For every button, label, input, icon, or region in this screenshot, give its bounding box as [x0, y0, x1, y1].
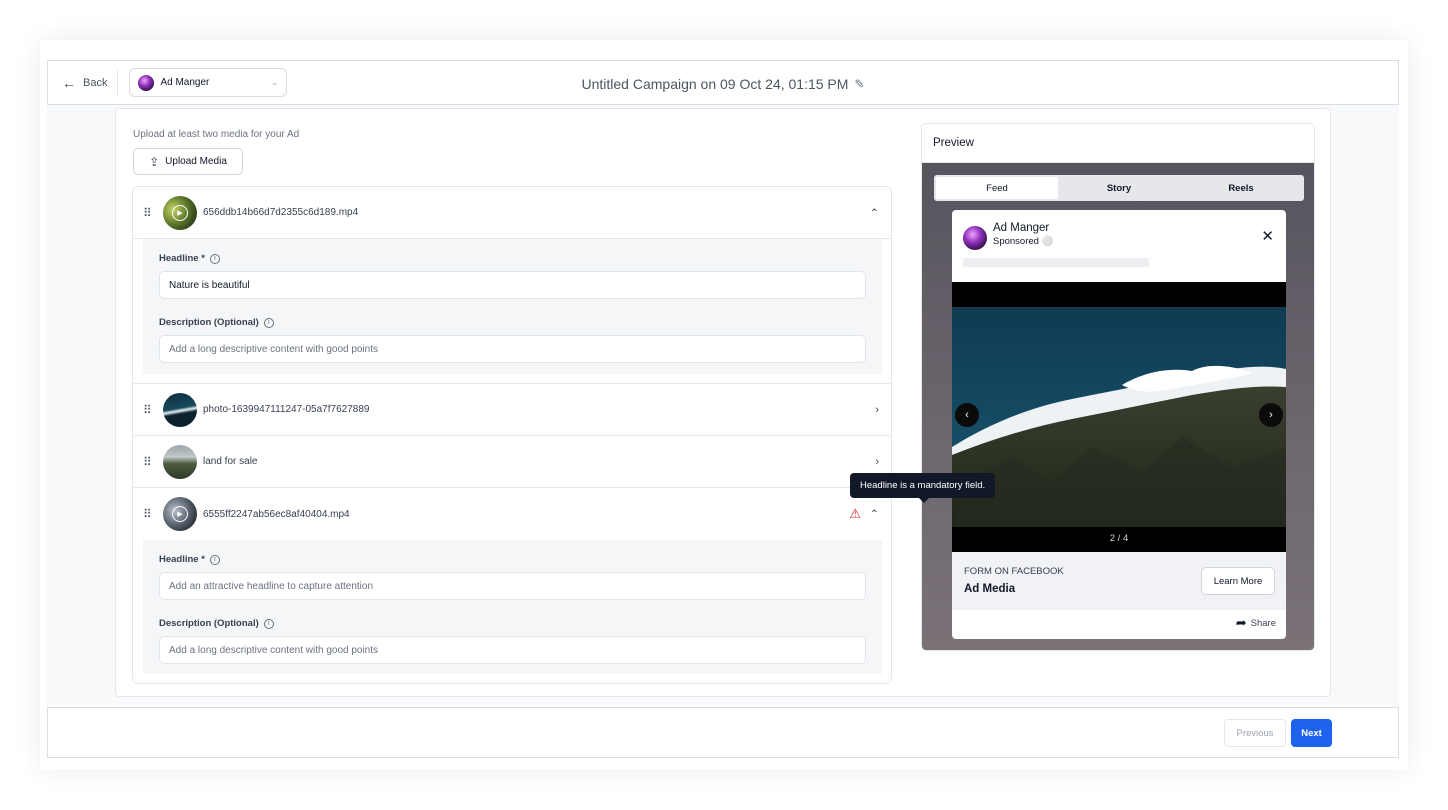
chevron-down-icon: ⌄	[270, 77, 279, 87]
ad-cta-area: FORM ON FACEBOOK Ad Media Learn More	[952, 552, 1286, 610]
edit-pencil-icon[interactable]: ✎	[854, 77, 864, 91]
main-card: Upload at least two media for your Ad ⇪ …	[115, 108, 1331, 697]
form-label: FORM ON FACEBOOK	[964, 566, 1064, 577]
sponsored-text: Sponsored	[993, 236, 1039, 247]
tab-story[interactable]: Story	[1058, 177, 1180, 199]
next-button[interactable]: Next	[1291, 719, 1332, 747]
share-button[interactable]: ➦ Share	[1236, 615, 1276, 631]
media-thumbnail	[163, 392, 197, 427]
media-thumbnail	[163, 444, 197, 479]
headline-label-text: Headline *	[159, 253, 205, 264]
share-label: Share	[1250, 617, 1276, 629]
media-filename: 6555ff2247ab56ec8af40404.mp4	[203, 508, 350, 520]
media-filename: land for sale	[203, 456, 258, 467]
footer-bar: Previous Next	[47, 707, 1399, 758]
mountain-landscape-image	[952, 307, 1286, 527]
drag-handle-icon[interactable]: ⠿	[143, 404, 155, 416]
media-thumbnail: ▶	[163, 195, 197, 230]
back-button[interactable]: ← Back	[48, 61, 117, 104]
upload-media-label: Upload Media	[165, 156, 227, 167]
preview-stage: Feed Story Reels Ad Manger Sponsored ⚪ ✕…	[922, 163, 1314, 650]
account-name: Ad Manger	[160, 77, 210, 88]
ad-avatar	[963, 226, 987, 250]
play-icon: ▶	[163, 196, 197, 230]
media-item-header[interactable]: ⠿ land for sale ›	[133, 436, 891, 488]
item-spacer	[133, 374, 891, 384]
chevron-right-icon[interactable]: ›	[875, 404, 879, 416]
description-label-text: Description (Optional)	[159, 618, 259, 629]
account-select[interactable]: Ad Manger ⌄	[129, 68, 288, 97]
cloud-upload-icon: ⇪	[149, 154, 160, 169]
upload-hint: Upload at least two media for your Ad	[133, 129, 300, 140]
tab-reels[interactable]: Reels	[1180, 177, 1302, 199]
chevron-up-icon[interactable]: ⌃	[870, 508, 879, 521]
play-icon: ▶	[163, 497, 197, 531]
headline-label-text: Headline *	[159, 554, 205, 565]
description-input[interactable]: Add a long descriptive content with good…	[159, 636, 866, 664]
preview-panel: Preview Feed Story Reels Ad Manger Spons…	[921, 123, 1315, 651]
ad-header: Ad Manger Sponsored ⚪	[963, 222, 1053, 250]
ad-text-placeholder	[963, 258, 1149, 267]
info-icon[interactable]: i	[209, 554, 220, 565]
media-item-header[interactable]: ⠿ ▶ 6555ff2247ab56ec8af40404.mp4 ⚠ ⌃	[133, 488, 891, 540]
previous-button[interactable]: Previous	[1224, 719, 1286, 747]
ad-account-name: Ad Manger	[993, 222, 1050, 234]
preview-title: Preview	[922, 124, 1314, 163]
app-inner: ← Back Ad Manger ⌄ Untitled Campaign on …	[47, 60, 1399, 758]
description-label: Description (Optional) i	[159, 317, 866, 328]
headline-label: Headline * i	[159, 253, 866, 264]
campaign-title-text: Untitled Campaign on 09 Oct 24, 01:15 PM	[581, 75, 849, 92]
carousel-next-button[interactable]: ›	[1259, 403, 1283, 427]
app-frame: ← Back Ad Manger ⌄ Untitled Campaign on …	[40, 40, 1408, 770]
headline-input[interactable]: Add an attractive headline to capture at…	[159, 572, 866, 600]
warning-triangle-icon[interactable]: ⚠	[849, 506, 861, 522]
preview-tabs: Feed Story Reels	[934, 175, 1304, 201]
validation-tooltip: Headline is a mandatory field.	[850, 473, 996, 503]
carousel-counter: 2 / 4	[1109, 533, 1129, 544]
globe-icon: ⚪	[1041, 236, 1054, 247]
info-icon[interactable]: i	[263, 317, 274, 328]
upload-media-button[interactable]: ⇪ Upload Media	[133, 148, 243, 175]
headline-label: Headline * i	[159, 554, 866, 565]
back-label: Back	[83, 76, 108, 89]
ad-photo	[952, 307, 1286, 527]
media-filename: 656ddb14b66d7d2355c6d189.mp4	[203, 207, 359, 218]
drag-handle-icon[interactable]: ⠿	[143, 508, 155, 520]
top-header: ← Back Ad Manger ⌄ Untitled Campaign on …	[47, 60, 1399, 105]
carousel-prev-button[interactable]: ‹	[955, 403, 979, 427]
media-filename: photo-1639947111247-05a7f7627889	[203, 404, 370, 415]
learn-more-button[interactable]: Learn More	[1201, 567, 1275, 595]
arrow-left-icon: ←	[62, 74, 76, 91]
chevron-right-icon[interactable]: ›	[875, 456, 879, 468]
ad-sponsored: Sponsored ⚪	[993, 236, 1053, 247]
campaign-title: Untitled Campaign on 09 Oct 24, 01:15 PM…	[582, 61, 865, 106]
media-item-header[interactable]: ⠿ ▶ 656ddb14b66d7d2355c6d189.mp4 ⌃	[133, 187, 891, 239]
description-label-text: Description (Optional)	[159, 317, 259, 328]
info-icon[interactable]: i	[263, 618, 274, 629]
media-thumbnail: ▶	[163, 497, 197, 531]
drag-handle-icon[interactable]: ⠿	[143, 456, 155, 468]
share-icon: ➦	[1235, 615, 1247, 630]
chevron-up-icon[interactable]: ⌃	[870, 206, 879, 219]
media-item-form: Headline * i Add an attractive headline …	[143, 540, 882, 674]
media-item-header[interactable]: ⠿ photo-1639947111247-05a7f7627889 ›	[133, 384, 891, 436]
ad-media-carousel: ‹ › 2 / 4	[952, 282, 1286, 552]
info-icon[interactable]: i	[209, 253, 220, 264]
media-list: ⠿ ▶ 656ddb14b66d7d2355c6d189.mp4 ⌃ Headl…	[132, 186, 892, 684]
account-avatar	[138, 74, 155, 91]
media-item-form: Headline * i Nature is beautiful Descrip…	[143, 239, 882, 374]
description-label: Description (Optional) i	[159, 618, 866, 629]
close-icon[interactable]: ✕	[1261, 227, 1274, 245]
description-input[interactable]: Add a long descriptive content with good…	[159, 335, 866, 363]
ad-preview-card: Ad Manger Sponsored ⚪ ✕ ‹ › 2 / 4 FORM O…	[952, 210, 1286, 639]
header-divider	[117, 69, 119, 96]
tab-feed[interactable]: Feed	[936, 177, 1058, 199]
drag-handle-icon[interactable]: ⠿	[143, 207, 155, 219]
headline-input[interactable]: Nature is beautiful	[159, 271, 866, 299]
ad-media-label: Ad Media	[964, 583, 1016, 595]
